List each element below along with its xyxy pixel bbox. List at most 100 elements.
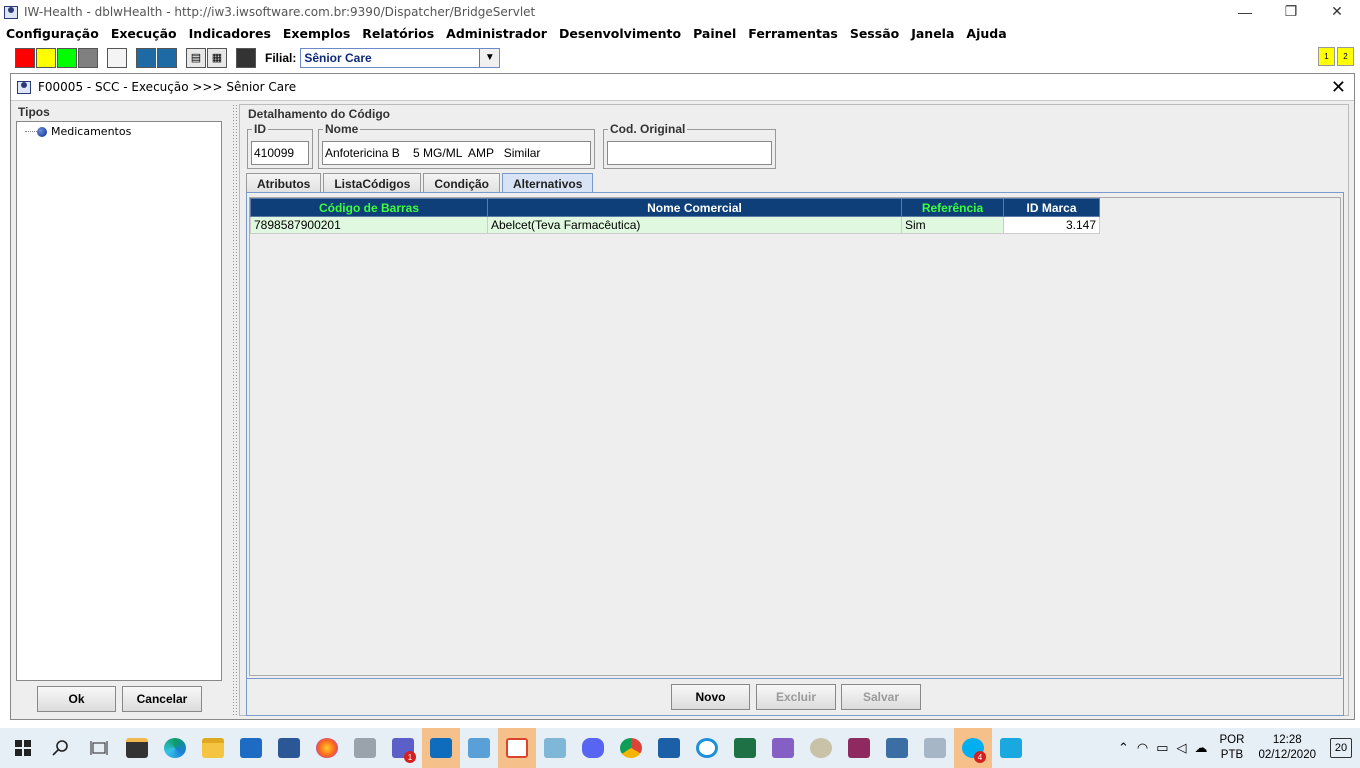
app-mountain-icon[interactable] [992,728,1030,768]
tree-item-label: Medicamentos [51,125,132,138]
nome-field[interactable]: Anfotericina B 5 MG/ML AMP Similar [322,141,591,165]
col-id-marca[interactable]: ID Marca [1003,198,1100,217]
cell-referencia[interactable]: Sim [901,216,1004,234]
salvar-button[interactable]: Salvar [841,684,921,710]
edge-icon[interactable] [156,728,194,768]
cancel-button[interactable]: Cancelar [122,686,202,712]
alternativos-table: Código de Barras Nome Comercial Referênc… [250,198,1100,234]
yellow-status-button[interactable] [36,47,56,68]
tab-listacodigos[interactable]: ListaCódigos [323,173,422,193]
menu-ajuda[interactable]: Ajuda [966,26,1006,41]
menu-administrador[interactable]: Administrador [446,26,547,41]
visual-studio-icon[interactable] [764,728,802,768]
volume-icon[interactable]: ◁ [1177,740,1187,756]
cell-nome-comercial[interactable]: Abelcet(Teva Farmacêutica) [487,216,902,234]
close-frame-button[interactable]: ✕ [1331,77,1346,98]
col-referencia[interactable]: Referência [901,198,1004,217]
yellow-button-1[interactable]: 1 [1318,47,1335,66]
file-explorer-icon[interactable] [194,728,232,768]
tree-view-icon[interactable]: ▤ [186,47,206,68]
store-icon[interactable] [118,728,156,768]
col-codigo-barras[interactable]: Código de Barras [250,198,488,217]
tree-item-medicamentos[interactable]: Medicamentos [25,125,131,138]
tipos-tree[interactable]: Medicamentos [16,121,222,681]
calculator-icon[interactable]: ▦ [207,47,227,68]
ie-icon[interactable] [688,728,726,768]
menu-relatorios[interactable]: Relatórios [362,26,434,41]
cod-original-label: Cod. Original [608,122,688,136]
taskbar: 1 4 ⌃ ◠ ▭ ◁ ☁ POR PTB 12:28 02/12/2020 2… [0,728,1360,768]
filial-label: Filial: [265,50,297,65]
remote-desktop-icon[interactable] [460,728,498,768]
task-view-icon[interactable] [80,728,118,768]
windows-start-icon[interactable] [4,728,42,768]
tab-condicao[interactable]: Condição [423,173,501,193]
cloud-icon[interactable]: ☁ [1195,740,1208,756]
firefox-icon[interactable] [308,728,346,768]
blue-button-1[interactable] [136,47,156,68]
minimize-button[interactable]: — [1222,0,1268,23]
tab-atributos[interactable]: Atributos [246,173,322,193]
cod-original-field[interactable] [607,141,772,165]
network-tool-icon[interactable] [346,728,384,768]
search-icon[interactable] [42,728,80,768]
chrome-icon[interactable] [612,728,650,768]
virtualbox-icon[interactable] [878,728,916,768]
restore-button[interactable]: ❐ [1268,0,1314,23]
yellow-button-2[interactable]: 2 [1337,47,1354,66]
toolbar: ▤ ▦ Filial: Sênior Care ▼ 1 2 [0,45,1360,70]
green-status-button[interactable] [57,47,77,68]
filial-value: Sênior Care [304,50,372,65]
winrar-icon[interactable] [840,728,878,768]
dark-button[interactable] [236,47,256,68]
white-button[interactable] [107,47,127,68]
discord-icon[interactable] [574,728,612,768]
cell-id-marca[interactable]: 3.147 [1003,216,1100,234]
table-row[interactable]: 7898587900201 Abelcet(Teva Farmacêutica)… [250,216,1100,234]
menu-desenvolvimento[interactable]: Desenvolvimento [559,26,681,41]
outlook-icon[interactable] [422,728,460,768]
tab-alternativos[interactable]: Alternativos [502,173,594,193]
menu-execucao[interactable]: Execução [111,26,177,41]
menu-indicadores[interactable]: Indicadores [189,26,271,41]
battery-icon[interactable]: ▭ [1156,740,1168,756]
teams-icon[interactable]: 1 [384,728,422,768]
ime-language: POR [1219,734,1245,746]
java-icon[interactable] [498,728,536,768]
clock[interactable]: 12:28 02/12/2020 [1258,733,1316,763]
filial-select[interactable]: Sênior Care ▼ [300,47,501,68]
cell-codigo-barras[interactable]: 7898587900201 [250,216,488,234]
novo-button[interactable]: Novo [671,684,750,710]
internal-frame-title-bar: F00005 - SCC - Execução >>> Sênior Care … [11,74,1354,101]
wifi-icon[interactable]: ◠ [1137,740,1148,756]
book-icon[interactable] [536,728,574,768]
mail-icon[interactable] [232,728,270,768]
menu-janela[interactable]: Janela [911,26,954,41]
ok-button[interactable]: Ok [37,686,116,712]
excluir-button[interactable]: Excluir [756,684,836,710]
red-status-button[interactable] [15,47,35,68]
monitor-icon[interactable] [916,728,954,768]
paint-icon[interactable] [802,728,840,768]
action-bar: Novo Excluir Salvar [246,679,1344,716]
word-icon[interactable] [270,728,308,768]
id-field[interactable]: 410099 [251,141,309,165]
col-nome-comercial[interactable]: Nome Comercial [487,198,902,217]
excel-icon[interactable] [726,728,764,768]
alternativos-grid-area: Código de Barras Nome Comercial Referênc… [249,197,1341,676]
menu-painel[interactable]: Painel [693,26,736,41]
chevron-up-icon[interactable]: ⌃ [1118,740,1129,756]
menu-sessao[interactable]: Sessão [850,26,899,41]
gray-status-button[interactable] [78,47,98,68]
menu-configuracao[interactable]: Configuração [6,26,99,41]
menu-exemplos[interactable]: Exemplos [283,26,350,41]
close-window-button[interactable]: ✕ [1314,0,1360,23]
notifications-icon[interactable]: 20 [1330,738,1352,758]
splitter-handle[interactable] [232,104,238,716]
chevron-down-icon[interactable]: ▼ [479,48,500,67]
skype-icon[interactable]: 4 [954,728,992,768]
blue-button-2[interactable] [157,47,177,68]
input-language[interactable]: POR PTB [1220,733,1245,763]
menu-ferramentas[interactable]: Ferramentas [748,26,838,41]
photos-icon[interactable] [650,728,688,768]
